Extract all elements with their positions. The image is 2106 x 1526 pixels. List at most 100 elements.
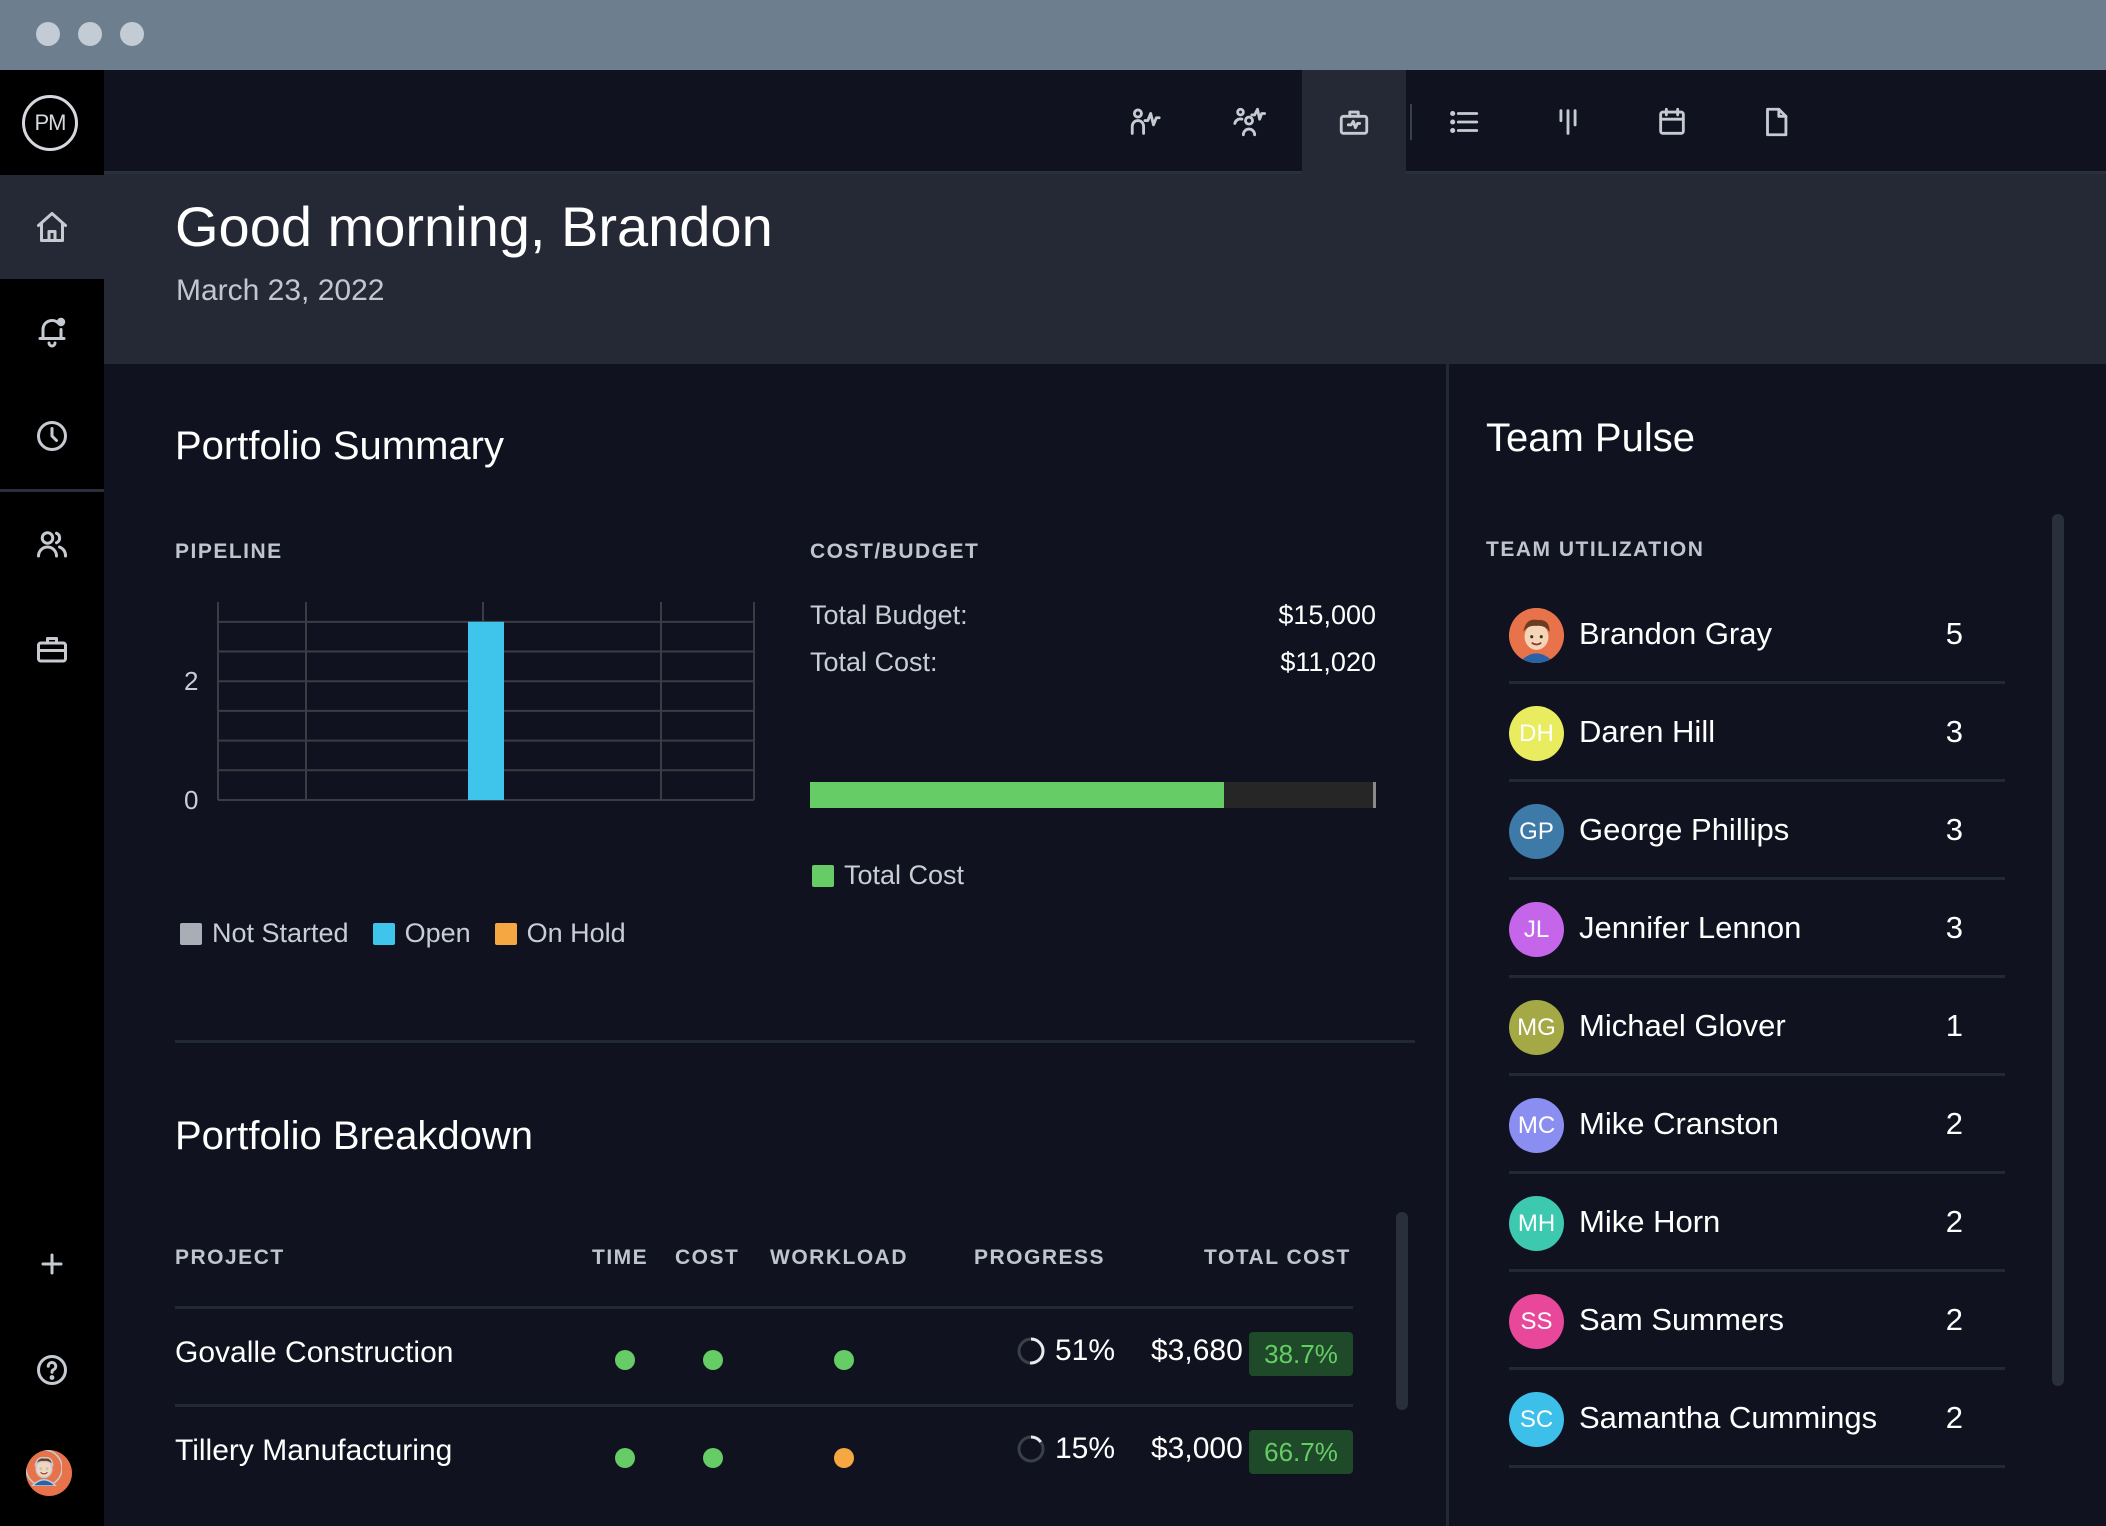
window-maximize-button[interactable] [120, 22, 144, 46]
toolbar-list-view[interactable] [1412, 70, 1516, 174]
user-avatar-illustration [26, 1450, 63, 1487]
team-pulse-icon [1233, 107, 1266, 137]
team-member-row[interactable]: DH Daren Hill 3 [1509, 684, 2005, 782]
team-member-row[interactable]: MG Michael Glover 1 [1509, 978, 2005, 1076]
cost-status-dot [703, 1350, 723, 1370]
app-window: PM Good morning, Brandon March 23, 2022 … [0, 70, 2106, 1526]
briefcase-icon [37, 637, 67, 663]
member-avatar [1509, 608, 1564, 663]
toolbar-board-view[interactable] [1516, 70, 1620, 174]
toolbar-documents[interactable] [1724, 70, 1828, 174]
member-avatar: SS [1509, 1294, 1564, 1349]
progress-value: 51% [1055, 1334, 1116, 1367]
team-pulse-panel: Team Pulse TEAM UTILIZATION Brandon Gray… [1446, 364, 2106, 1526]
table-row[interactable]: Tillery Manufacturing 15% $3,000 66.7% [175, 1406, 1353, 1504]
workload-status-dot [834, 1448, 854, 1468]
team-member-row[interactable]: SS Sam Summers 2 [1509, 1272, 2005, 1370]
project-total-cost: $3,000 [1151, 1432, 1243, 1465]
table-row[interactable]: Govalle Construction 51% $3,680 38.7% [175, 1308, 1353, 1406]
toolbar-team-dashboard[interactable] [1197, 70, 1301, 174]
legend-swatch-open [372, 922, 395, 945]
team-scrollbar[interactable] [2052, 514, 2064, 1386]
member-task-count: 3 [1945, 714, 1963, 749]
member-avatar: MH [1509, 1196, 1564, 1251]
member-avatar: JL [1509, 902, 1564, 957]
cost-percent-badge: 38.7% [1249, 1332, 1353, 1376]
member-name: Samantha Cummings [1579, 1400, 1878, 1435]
sidebar-item-portfolio[interactable] [0, 597, 104, 701]
team-member-row[interactable]: GP George Phillips 3 [1509, 782, 2005, 880]
sidebar-help-button[interactable] [0, 1318, 104, 1422]
team-utilization-label: TEAM UTILIZATION [1486, 538, 1705, 561]
member-task-count: 3 [1945, 910, 1963, 945]
legend-label-not-started: Not Started [212, 918, 349, 948]
team-member-row[interactable]: SC Samantha Cummings 2 [1509, 1370, 2005, 1468]
member-name: Mike Horn [1579, 1204, 1721, 1239]
project-name[interactable]: Govalle Construction [175, 1336, 453, 1370]
document-icon [1766, 107, 1788, 137]
member-avatar: MG [1509, 1000, 1564, 1055]
workload-status-dot [834, 1350, 854, 1370]
bar-open[interactable] [468, 621, 504, 800]
total-cost-value: $11,020 [1280, 647, 1376, 677]
main-content: Portfolio Summary PIPELINE 02 Not Starte… [104, 364, 1446, 1526]
project-total-cost: $3,680 [1151, 1334, 1243, 1367]
breakdown-scrollbar[interactable] [1396, 1212, 1408, 1410]
column-header-cost: COST [675, 1246, 740, 1269]
greeting-header: Good morning, Brandon March 23, 2022 [104, 174, 2106, 364]
sidebar-item-home[interactable] [0, 175, 104, 279]
calendar-icon [1659, 107, 1685, 135]
toolbar-calendar-view[interactable] [1620, 70, 1724, 174]
total-budget-value: $15,000 [1278, 600, 1376, 630]
member-task-count: 5 [1945, 616, 1963, 651]
member-avatar: DH [1509, 706, 1564, 761]
progress-indicator: 51% [1015, 1334, 1115, 1368]
total-cost-row: Total Cost: $11,020 [810, 647, 1376, 678]
toolbar-portfolio-dashboard[interactable] [1302, 70, 1406, 174]
total-cost-label: Total Cost: [810, 647, 938, 677]
team-member-row[interactable]: Brandon Gray 5 [1509, 586, 2005, 684]
team-pulse-title: Team Pulse [1486, 416, 1695, 460]
team-member-row[interactable]: MH Mike Horn 2 [1509, 1174, 2005, 1272]
team-member-row[interactable]: JL Jennifer Lennon 3 [1509, 880, 2005, 978]
member-name: Michael Glover [1579, 1008, 1786, 1043]
member-name: Brandon Gray [1579, 616, 1772, 651]
member-avatar: GP [1509, 804, 1564, 859]
list-icon [1450, 110, 1479, 134]
section-divider [175, 1040, 1415, 1043]
board-icon [1559, 109, 1577, 135]
progress-ring-icon [1017, 1337, 1045, 1365]
toolbar-my-dashboard[interactable] [1093, 70, 1197, 174]
sidebar-item-recent[interactable] [0, 384, 104, 488]
greeting-title: Good morning, Brandon [175, 195, 773, 258]
progress-ring-icon [1017, 1435, 1045, 1463]
user-avatar[interactable] [26, 1450, 72, 1496]
pipeline-legend: Not Started Open On Hold [180, 918, 626, 949]
legend-label-on-hold: On Hold [526, 918, 626, 948]
project-name[interactable]: Tillery Manufacturing [175, 1434, 452, 1468]
legend-label-open: Open [404, 918, 471, 948]
member-task-count: 2 [1945, 1302, 1963, 1337]
portfolio-breakdown-title: Portfolio Breakdown [175, 1114, 533, 1158]
sidebar-item-notifications[interactable] [0, 279, 104, 383]
window-close-button[interactable] [36, 22, 60, 46]
team-member-row[interactable]: MC Mike Cranston 2 [1509, 1076, 2005, 1174]
member-name: Sam Summers [1579, 1302, 1784, 1337]
window-minimize-button[interactable] [78, 22, 102, 46]
cost-budget-bar-fill [810, 782, 1224, 808]
pipeline-label: PIPELINE [175, 540, 283, 563]
pipeline-chart: 02 [184, 602, 755, 814]
time-status-dot [615, 1448, 635, 1468]
sidebar-item-people[interactable] [0, 492, 104, 596]
pm-logo[interactable]: PM [22, 95, 78, 151]
member-avatar: SC [1509, 1392, 1564, 1447]
cost-budget-bar [810, 782, 1376, 808]
plus-icon [41, 1253, 63, 1275]
total-budget-row: Total Budget: $15,000 [810, 600, 1376, 631]
person-pulse-icon [1130, 108, 1161, 135]
column-header-time: TIME [592, 1246, 649, 1269]
member-task-count: 2 [1945, 1400, 1963, 1435]
member-avatar: MC [1509, 1098, 1564, 1153]
sidebar-add-button[interactable] [0, 1212, 104, 1316]
window-titlebar [0, 0, 2106, 70]
